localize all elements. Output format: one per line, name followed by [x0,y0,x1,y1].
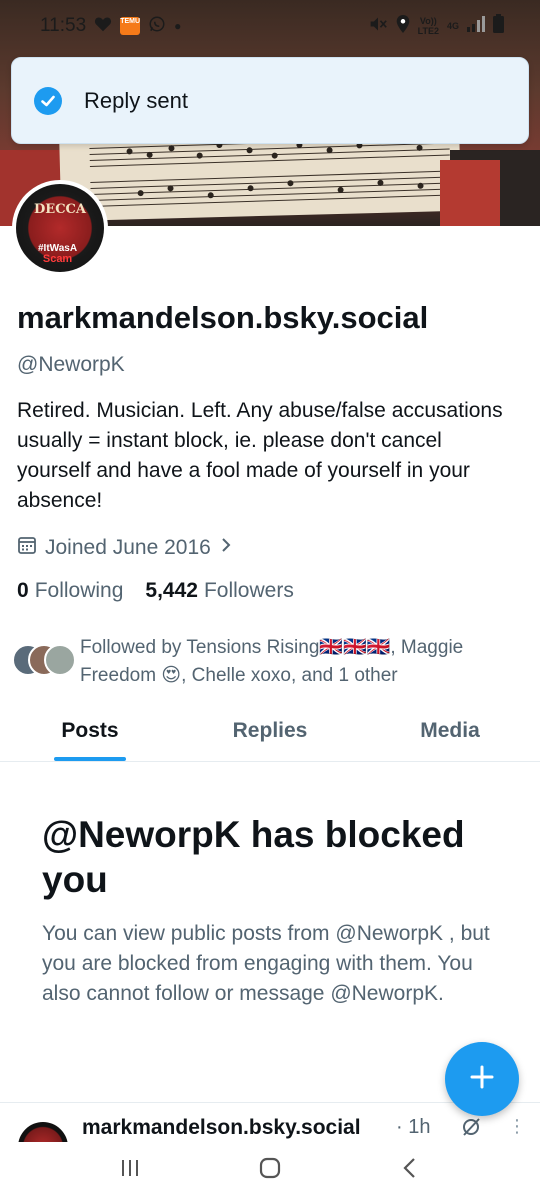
grok-icon[interactable] [460,1116,482,1142]
heart-icon [94,16,112,37]
signal-icon [467,15,485,37]
tab-posts[interactable]: Posts [0,708,180,761]
whatsapp-icon [148,15,166,38]
mute-icon [368,15,388,38]
home-button[interactable] [258,1156,282,1185]
post-author-name[interactable]: markmandelson.bsky.social [82,1116,361,1140]
profile-avatar[interactable]: DECCA #ItWasA Scam [12,180,108,276]
post-timestamp: · 1h [396,1116,431,1138]
recent-apps-button[interactable] [119,1157,141,1184]
toast-message: Reply sent [84,87,188,113]
blocked-title: @NeworpK has blocked you [42,814,465,900]
system-nav-bar [0,1142,540,1199]
check-circle-icon [34,86,62,115]
blocked-description: You can view public posts from @NeworpK … [42,922,490,1005]
followers-link[interactable]: 5,442 Followers [145,579,293,603]
notification-dot-icon: ● [174,19,182,33]
avatar [44,644,76,676]
joined-date-row[interactable]: Joined June 2016 [17,535,233,561]
chevron-right-icon [219,536,233,560]
following-link[interactable]: 0 Following [17,579,123,603]
compose-button[interactable] [445,1042,519,1116]
avatar-decca-label: DECCA [34,202,86,217]
avatar-caption: #ItWasA Scam [38,243,78,265]
status-bar: 11:53 TEMU ● Vo)) LTE2 4G [0,0,540,52]
temu-app-icon: TEMU [120,17,141,35]
plus-icon [469,1064,495,1095]
tab-replies[interactable]: Replies [180,708,360,761]
profile-bio: Retired. Musician. Left. Any abuse/false… [17,399,503,512]
profile-display-name: markmandelson.bsky.social [17,300,429,335]
volte-label: Vo)) LTE2 [417,16,439,36]
followed-by-row[interactable]: Followed by Tensions Rising🇬🇧🇬🇧🇬🇧, Maggi… [12,634,500,690]
followed-by-avatars [12,644,76,680]
reply-sent-toast[interactable]: Reply sent [11,57,529,144]
back-button[interactable] [399,1156,421,1185]
battery-icon [493,14,504,38]
status-time: 11:53 [40,15,87,36]
profile-tabs: Posts Replies Media [0,708,540,762]
joined-date-text: Joined June 2016 [45,536,211,559]
followed-by-text: Followed by Tensions Rising🇬🇧🇬🇧🇬🇧, Maggi… [80,637,464,686]
profile-handle: @NeworpK [17,353,125,376]
post-author-avatar[interactable] [18,1122,68,1142]
banner-red-shape-right [440,160,500,226]
tab-media[interactable]: Media [360,708,540,761]
more-options-icon[interactable]: ⋮ [508,1116,526,1137]
calendar-icon [17,535,37,561]
network-type-label: 4G [446,21,459,31]
location-icon [396,14,410,38]
follow-stats: 0 Following 5,442 Followers [17,579,294,603]
